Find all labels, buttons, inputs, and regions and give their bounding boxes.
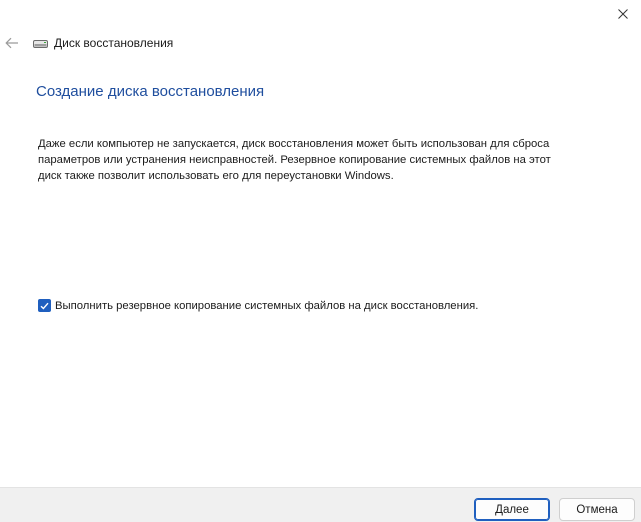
drive-icon (33, 40, 48, 48)
wizard-footer: Далее Отмена (0, 487, 641, 522)
backup-system-files-label: Выполнить резервное копирование системны… (55, 299, 479, 312)
backup-system-files-checkbox[interactable] (38, 299, 51, 312)
window-header: Диск восстановления (0, 32, 641, 54)
close-button[interactable] (605, 0, 641, 28)
backup-system-files-option[interactable]: Выполнить резервное копирование системны… (38, 299, 478, 312)
app-title: Диск восстановления (54, 36, 174, 50)
back-arrow-icon (5, 37, 18, 49)
checkmark-icon (40, 302, 49, 310)
cancel-button[interactable]: Отмена (559, 498, 635, 521)
close-icon (618, 9, 628, 19)
recovery-drive-window: Диск восстановления Создание диска восст… (0, 0, 641, 522)
page-title: Создание диска восстановления (36, 83, 265, 100)
next-button[interactable]: Далее (474, 498, 550, 521)
description-text: Даже если компьютер не запускается, диск… (38, 138, 551, 182)
back-button[interactable] (3, 34, 21, 52)
